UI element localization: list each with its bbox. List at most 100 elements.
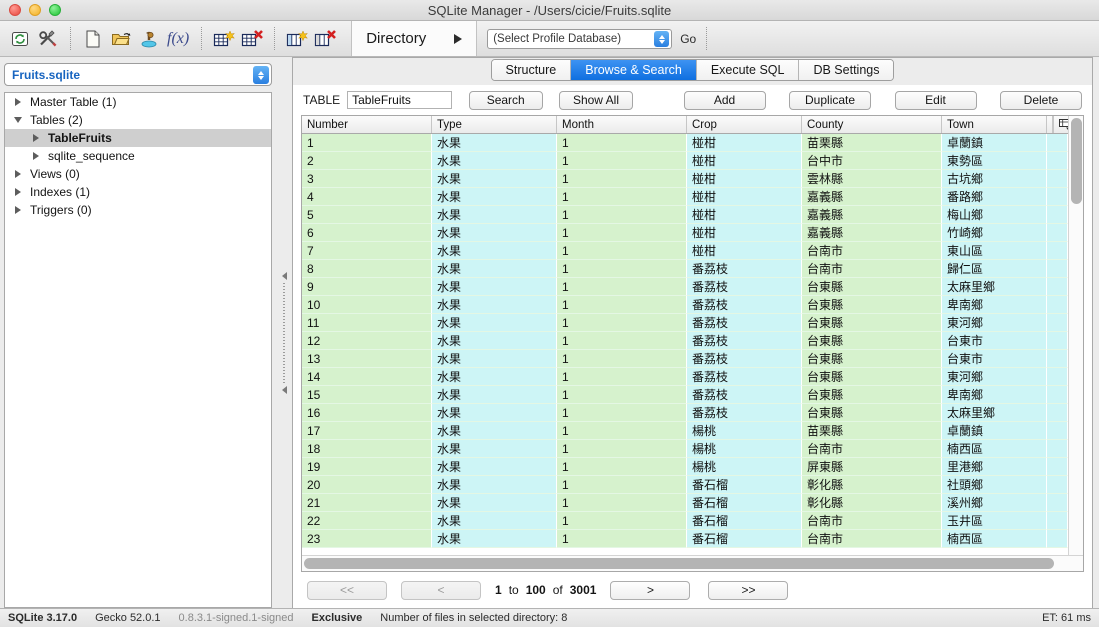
table-cell[interactable]: 雲林縣 <box>802 170 942 188</box>
table-cell[interactable]: 楊桃 <box>687 440 802 458</box>
collapse-right-arrow-icon[interactable] <box>281 385 287 394</box>
table-row[interactable]: 18 水果 1 楊桃 台南市 楠西區 <box>302 440 1068 458</box>
table-row[interactable]: 13 水果 1 番荔枝 台東縣 台東市 <box>302 350 1068 368</box>
tree-item[interactable]: sqlite_sequence <box>5 147 271 165</box>
table-cell[interactable]: 19 <box>302 458 432 476</box>
table-row[interactable]: 12 水果 1 番荔枝 台東縣 台東市 <box>302 332 1068 350</box>
table-cell[interactable]: 古坑鄉 <box>942 170 1047 188</box>
table-cell[interactable]: 水果 <box>432 530 557 548</box>
table-cell[interactable]: 番荔枝 <box>687 404 802 422</box>
table-cell[interactable]: 1 <box>557 494 687 512</box>
table-cell[interactable]: 水果 <box>432 332 557 350</box>
table-cell[interactable]: 15 <box>302 386 432 404</box>
directory-arrow-icon[interactable] <box>454 33 463 44</box>
table-cell[interactable]: 台東縣 <box>802 404 942 422</box>
table-cell[interactable]: 1 <box>302 134 432 152</box>
table-cell[interactable]: 7 <box>302 242 432 260</box>
table-cell[interactable]: 水果 <box>432 350 557 368</box>
column-header[interactable]: County <box>802 116 942 133</box>
tab-browse-search[interactable]: Browse & Search <box>571 60 697 80</box>
table-cell[interactable]: 歸仁區 <box>942 260 1047 278</box>
table-cell[interactable]: 楠西區 <box>942 530 1047 548</box>
table-cell[interactable]: 1 <box>557 152 687 170</box>
table-cell[interactable]: 水果 <box>432 368 557 386</box>
table-cell[interactable]: 台東市 <box>942 332 1047 350</box>
table-row[interactable]: 3 水果 1 椪柑 雲林縣 古坑鄉 <box>302 170 1068 188</box>
table-cell[interactable]: 台東縣 <box>802 368 942 386</box>
table-cell[interactable]: 水果 <box>432 260 557 278</box>
table-cell[interactable]: 椪柑 <box>687 224 802 242</box>
drop-table-icon[interactable] <box>238 26 266 52</box>
table-cell[interactable]: 番石榴 <box>687 530 802 548</box>
chevron-right-icon[interactable] <box>29 152 43 160</box>
table-cell[interactable]: 水果 <box>432 152 557 170</box>
table-cell[interactable]: 椪柑 <box>687 242 802 260</box>
tree-item[interactable]: Tables (2) <box>5 111 271 129</box>
table-cell[interactable]: 台中市 <box>802 152 942 170</box>
table-cell[interactable]: 嘉義縣 <box>802 188 942 206</box>
table-cell[interactable]: 楊桃 <box>687 458 802 476</box>
table-cell[interactable]: 水果 <box>432 458 557 476</box>
show-all-button[interactable]: Show All <box>558 90 633 110</box>
chevron-right-icon[interactable] <box>29 134 43 142</box>
table-cell[interactable]: 1 <box>557 314 687 332</box>
directory-tab[interactable]: Directory <box>351 21 478 56</box>
table-cell[interactable]: 1 <box>557 404 687 422</box>
table-cell[interactable]: 竹崎鄉 <box>942 224 1047 242</box>
table-cell[interactable]: 番荔枝 <box>687 296 802 314</box>
table-cell[interactable]: 水果 <box>432 422 557 440</box>
table-cell[interactable]: 番荔枝 <box>687 278 802 296</box>
table-row[interactable]: 16 水果 1 番荔枝 台東縣 太麻里鄉 <box>302 404 1068 422</box>
collapse-left-arrow-icon[interactable] <box>281 271 287 280</box>
table-row[interactable]: 14 水果 1 番荔枝 台東縣 東河鄉 <box>302 368 1068 386</box>
table-row[interactable]: 19 水果 1 楊桃 屏東縣 里港鄉 <box>302 458 1068 476</box>
table-cell[interactable]: 里港鄉 <box>942 458 1047 476</box>
table-cell[interactable]: 22 <box>302 512 432 530</box>
table-cell[interactable]: 台東縣 <box>802 278 942 296</box>
chevron-right-icon[interactable] <box>11 188 25 196</box>
table-cell[interactable]: 12 <box>302 332 432 350</box>
table-cell[interactable]: 番荔枝 <box>687 350 802 368</box>
refresh-icon[interactable] <box>6 26 34 52</box>
table-row[interactable]: 2 水果 1 椪柑 台中市 東勢區 <box>302 152 1068 170</box>
table-cell[interactable]: 椪柑 <box>687 206 802 224</box>
delete-button[interactable]: Delete <box>1000 90 1082 110</box>
table-cell[interactable]: 台南市 <box>802 440 942 458</box>
table-row[interactable]: 10 水果 1 番荔枝 台東縣 卑南鄉 <box>302 296 1068 314</box>
open-database-icon[interactable] <box>107 26 135 52</box>
stepper-icon[interactable] <box>654 31 670 47</box>
table-cell[interactable]: 番荔枝 <box>687 260 802 278</box>
create-column-icon[interactable] <box>283 26 311 52</box>
table-cell[interactable]: 20 <box>302 476 432 494</box>
table-cell[interactable]: 4 <box>302 188 432 206</box>
table-cell[interactable]: 番荔枝 <box>687 314 802 332</box>
table-row[interactable]: 1 水果 1 椪柑 苗栗縣 卓蘭鎮 <box>302 134 1068 152</box>
table-cell[interactable]: 楠西區 <box>942 440 1047 458</box>
add-button[interactable]: Add <box>683 90 766 110</box>
table-cell[interactable]: 椪柑 <box>687 134 802 152</box>
table-cell[interactable]: 台東市 <box>942 350 1047 368</box>
table-row[interactable]: 7 水果 1 椪柑 台南市 東山區 <box>302 242 1068 260</box>
table-cell[interactable]: 彰化縣 <box>802 476 942 494</box>
table-row[interactable]: 8 水果 1 番荔枝 台南市 歸仁區 <box>302 260 1068 278</box>
table-cell[interactable]: 台東縣 <box>802 296 942 314</box>
table-cell[interactable]: 2 <box>302 152 432 170</box>
table-cell[interactable]: 苗栗縣 <box>802 134 942 152</box>
table-row[interactable]: 20 水果 1 番石榴 彰化縣 社頭鄉 <box>302 476 1068 494</box>
splitter-grip[interactable] <box>283 282 285 383</box>
column-header[interactable]: Crop <box>687 116 802 133</box>
table-cell[interactable]: 台東縣 <box>802 314 942 332</box>
table-cell[interactable]: 18 <box>302 440 432 458</box>
table-cell[interactable]: 番石榴 <box>687 512 802 530</box>
table-cell[interactable]: 水果 <box>432 134 557 152</box>
table-cell[interactable]: 1 <box>557 350 687 368</box>
chevron-right-icon[interactable] <box>11 98 25 106</box>
tree-item[interactable]: Master Table (1) <box>5 93 271 111</box>
table-cell[interactable]: 1 <box>557 134 687 152</box>
object-tree[interactable]: Master Table (1) Tables (2) TableFruits sql… <box>4 92 272 608</box>
table-cell[interactable]: 東勢區 <box>942 152 1047 170</box>
tree-item[interactable]: Triggers (0) <box>5 201 271 219</box>
table-cell[interactable]: 1 <box>557 170 687 188</box>
table-cell[interactable]: 水果 <box>432 476 557 494</box>
horizontal-scroll-thumb[interactable] <box>304 558 1054 569</box>
